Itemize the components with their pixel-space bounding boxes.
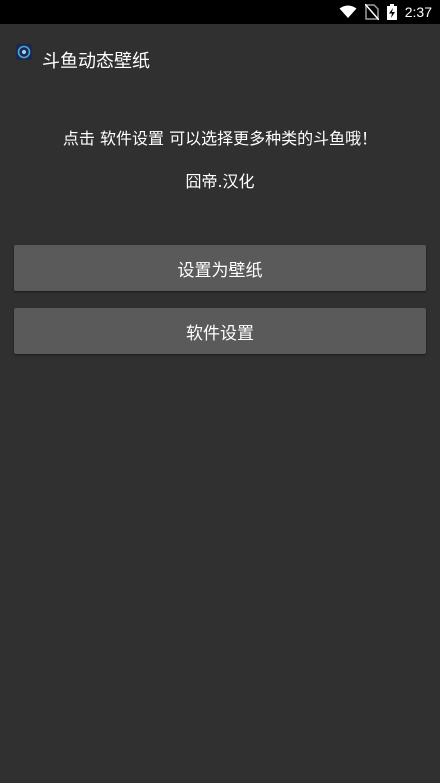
status-bar: 2:37 bbox=[0, 0, 440, 24]
app-logo-icon bbox=[16, 44, 32, 60]
battery-charging-icon bbox=[386, 4, 397, 20]
settings-button[interactable]: 软件设置 bbox=[14, 308, 426, 354]
wifi-icon bbox=[339, 5, 357, 19]
credit-text: 囧帝.汉化 bbox=[185, 172, 255, 191]
status-time: 2:37 bbox=[404, 4, 432, 20]
title-bar: 斗鱼动态壁纸 bbox=[0, 24, 440, 96]
app-title: 斗鱼动态壁纸 bbox=[42, 51, 150, 72]
screen: 2:37 斗鱼动态壁纸 点击 软件设置 可以选择更多种类的斗鱼哦！ 囧帝.汉化 … bbox=[0, 0, 440, 783]
set-wallpaper-button[interactable]: 设置为壁纸 bbox=[14, 245, 426, 291]
hint-text: 点击 软件设置 可以选择更多种类的斗鱼哦！ bbox=[62, 129, 378, 148]
no-sim-icon bbox=[364, 4, 379, 20]
